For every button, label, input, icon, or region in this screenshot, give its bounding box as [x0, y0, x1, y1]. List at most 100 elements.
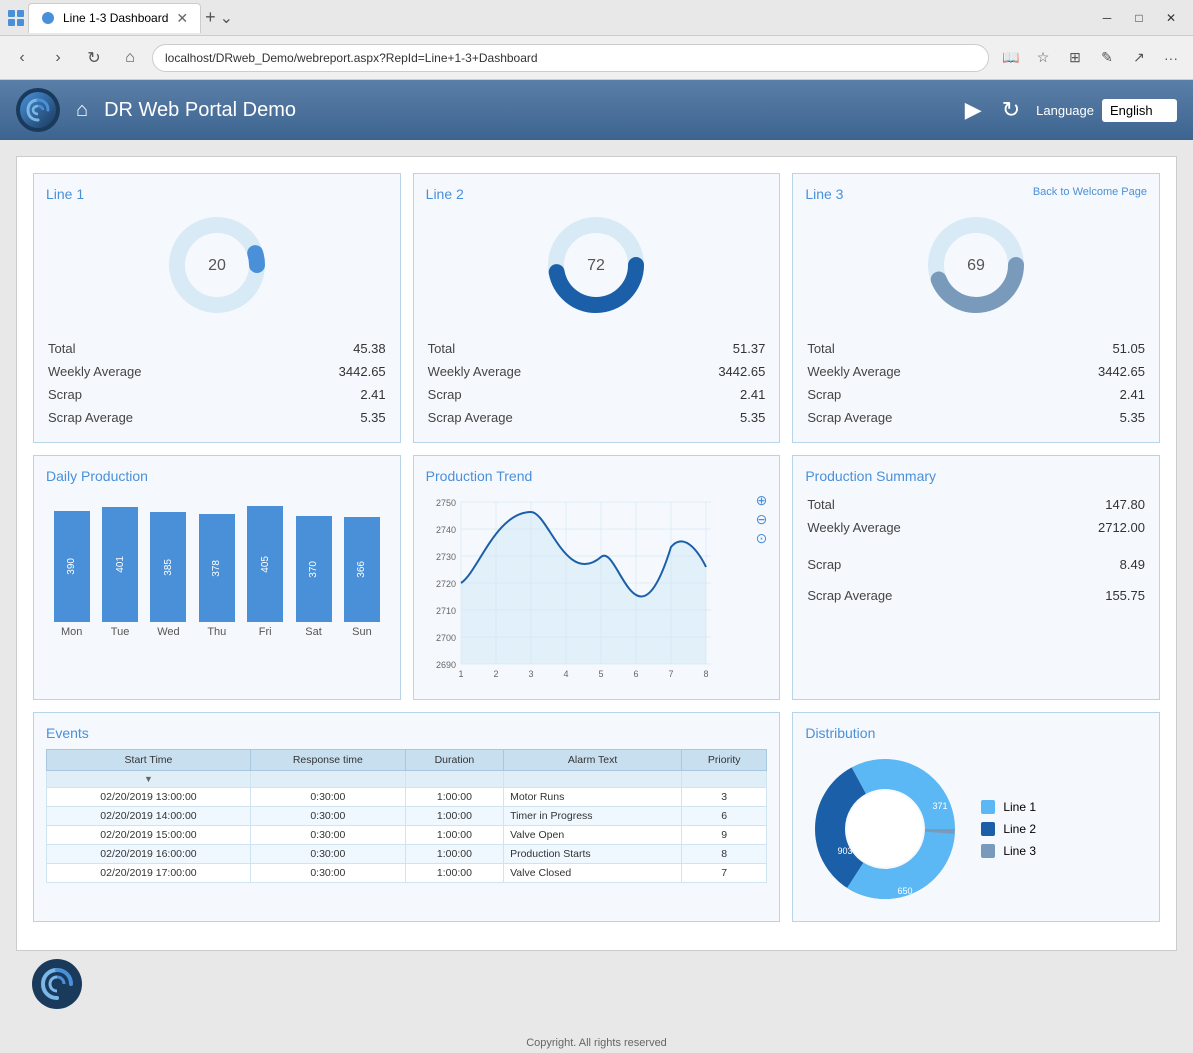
cell-alarm: Timer in Progress: [504, 807, 682, 826]
events-panel: Events Start Time Response time Duration…: [33, 712, 780, 922]
cell-start: 02/20/2019 16:00:00: [47, 845, 251, 864]
reload-button[interactable]: ↻: [80, 44, 108, 72]
home-nav-button[interactable]: ⌂: [76, 99, 88, 122]
line3-panel: Line 3 Back to Welcome Page 69 Total51.0…: [792, 173, 1160, 443]
summary-total-label: Total: [807, 494, 1030, 515]
line3-weekly-value: 3442.65: [1033, 361, 1145, 382]
bar-day-label: Thu: [195, 626, 238, 638]
footer-logo: [32, 959, 82, 1009]
bar: 370: [296, 516, 332, 622]
home-button[interactable]: ⌂: [116, 44, 144, 72]
line3-total-value: 51.05: [1033, 338, 1145, 359]
tab-close-button[interactable]: ✕: [176, 10, 188, 27]
line2-donut-container: 72: [426, 210, 768, 320]
svg-text:1: 1: [458, 669, 463, 679]
more-icon[interactable]: ···: [1157, 44, 1185, 72]
active-tab[interactable]: Line 1-3 Dashboard ✕: [28, 3, 201, 33]
tab-scroll-button[interactable]: ⌄: [220, 8, 233, 28]
line1-donut-container: 20: [46, 210, 388, 320]
language-wrapper[interactable]: English: [1102, 99, 1177, 122]
reader-view-icon[interactable]: 📖: [997, 44, 1025, 72]
svg-text:2700: 2700: [436, 633, 456, 643]
collections-icon[interactable]: ⊞: [1061, 44, 1089, 72]
bar-group: 385: [147, 512, 190, 622]
window-controls: ─ □ ✕: [1093, 8, 1185, 28]
close-button[interactable]: ✕: [1157, 8, 1185, 28]
zoom-in-icon[interactable]: ⊕: [756, 492, 768, 509]
language-select[interactable]: English: [1102, 99, 1177, 122]
legend-line1: Line 1: [981, 800, 1036, 814]
legend-line3-dot: [981, 844, 995, 858]
line1-stats: Total45.38 Weekly Average3442.65 Scrap2.…: [46, 336, 388, 430]
cell-response: 0:30:00: [250, 807, 405, 826]
svg-text:903: 903: [838, 846, 853, 856]
table-row: 02/20/2019 13:00:000:30:001:00:00Motor R…: [47, 788, 767, 807]
col-alarm-text: Alarm Text: [504, 750, 682, 771]
copyright-text: Copyright. All rights reserved: [526, 1037, 667, 1049]
back-button[interactable]: ‹: [8, 44, 36, 72]
svg-text:4: 4: [563, 669, 568, 679]
cell-priority: 8: [682, 845, 767, 864]
minimize-button[interactable]: ─: [1093, 8, 1121, 28]
line2-stats: Total51.37 Weekly Average3442.65 Scrap2.…: [426, 336, 768, 430]
cell-priority: 7: [682, 864, 767, 883]
address-bar[interactable]: [152, 44, 989, 72]
app-header: ⌂ DR Web Portal Demo ▶ ↻ Language Englis…: [0, 80, 1193, 140]
line1-scrap-value: 2.41: [273, 384, 385, 405]
new-tab-button[interactable]: +: [205, 7, 216, 28]
bar-value-label: 390: [66, 558, 77, 575]
bookmark-icon[interactable]: ☆: [1029, 44, 1057, 72]
distribution-chart-area: 903 650 371 Line 1 Line 2 Line 3: [805, 749, 1147, 909]
svg-text:2730: 2730: [436, 552, 456, 562]
language-section: Language English: [1036, 99, 1177, 122]
legend-line2: Line 2: [981, 822, 1036, 836]
zoom-reset-icon[interactable]: ⊙: [756, 530, 768, 547]
production-summary-stats: Total 147.80 Weekly Average 2712.00 Scra…: [805, 492, 1147, 608]
svg-text:2: 2: [493, 669, 498, 679]
bar-value-label: 378: [211, 560, 222, 577]
bar-day-label: Fri: [244, 626, 287, 638]
production-trend-panel: Production Trend ⊕ ⊖ ⊙: [413, 455, 781, 700]
forward-button[interactable]: ›: [44, 44, 72, 72]
app-title: DR Web Portal Demo: [104, 99, 949, 122]
play-button[interactable]: ▶: [965, 97, 982, 123]
zoom-out-icon[interactable]: ⊖: [756, 511, 768, 528]
line1-panel: Line 1 20 Total45.38 Weekly Average3442.…: [33, 173, 401, 443]
line3-scrap-avg-value: 5.35: [1033, 407, 1145, 428]
cell-alarm: Valve Open: [504, 826, 682, 845]
distribution-legend: Line 1 Line 2 Line 3: [981, 800, 1036, 858]
bar: 385: [150, 512, 186, 622]
footer: Copyright. All rights reserved: [0, 1033, 1193, 1053]
maximize-button[interactable]: □: [1125, 8, 1153, 28]
bar-chart: 390401385378405370366: [50, 492, 384, 622]
bar: 405: [247, 506, 283, 622]
svg-text:371: 371: [933, 801, 948, 811]
refresh-button[interactable]: ↻: [1002, 97, 1020, 123]
cell-priority: 3: [682, 788, 767, 807]
bar-day-label: Mon: [50, 626, 93, 638]
legend-line3: Line 3: [981, 844, 1036, 858]
back-to-welcome-link[interactable]: Back to Welcome Page: [1033, 186, 1147, 198]
summary-weekly-value: 2712.00: [1033, 517, 1145, 538]
svg-text:5: 5: [598, 669, 603, 679]
cell-priority: 9: [682, 826, 767, 845]
bar-group: 405: [244, 506, 287, 622]
line2-total-value: 51.37: [653, 338, 765, 359]
line1-scrap-avg-label: Scrap Average: [48, 407, 271, 428]
svg-text:20: 20: [208, 257, 226, 274]
nav-icons: 📖 ☆ ⊞ ✎ ↗ ···: [997, 44, 1185, 72]
share-icon[interactable]: ↗: [1125, 44, 1153, 72]
col-priority: Priority: [682, 750, 767, 771]
line3-stats: Total51.05 Weekly Average3442.65 Scrap2.…: [805, 336, 1147, 430]
col-start-time: Start Time: [47, 750, 251, 771]
line1-title: Line 1: [46, 186, 388, 202]
cell-response: 0:30:00: [250, 788, 405, 807]
line1-weekly-label: Weekly Average: [48, 361, 271, 382]
col-response-time: Response time: [250, 750, 405, 771]
pen-icon[interactable]: ✎: [1093, 44, 1121, 72]
bar-value-label: 370: [308, 561, 319, 578]
svg-text:650: 650: [898, 886, 913, 896]
daily-production-title: Daily Production: [46, 468, 388, 484]
line1-donut-chart: 20: [162, 210, 272, 320]
footer-logo-icon: [38, 965, 76, 1003]
